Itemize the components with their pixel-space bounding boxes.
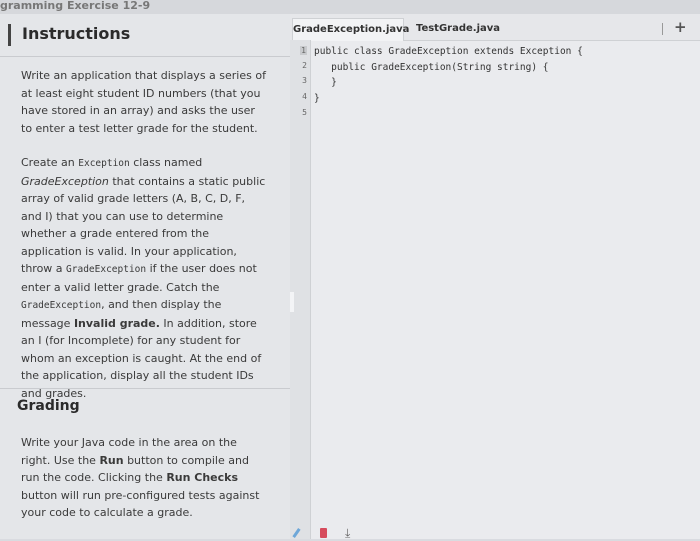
- trash-icon[interactable]: [320, 528, 327, 538]
- bold-text: Invalid grade.: [73, 316, 160, 330]
- code-line[interactable]: }: [314, 93, 320, 104]
- inline-code: Exception: [78, 158, 130, 169]
- window-title: gramming Exercise 12-9: [0, 0, 700, 14]
- tab-testgrade-java[interactable]: TestGrade.java: [408, 18, 508, 40]
- inline-code: GradeException: [66, 264, 147, 275]
- instructions-title: Instructions: [22, 24, 131, 43]
- code-line[interactable]: public GradeException(String string) {: [314, 62, 548, 73]
- tab-gradeexception-java[interactable]: GradeException.java: [292, 18, 409, 41]
- code-editor-panel: GradeException.java TestGrade.java + 1 2…: [290, 14, 700, 540]
- p2-text: that contains a static public array of v…: [21, 174, 266, 276]
- instructions-panel: Instructions Write an application that d…: [0, 14, 290, 539]
- emphasis-text: GradeException: [21, 174, 109, 188]
- line-number: 5: [302, 108, 307, 117]
- add-tab-button[interactable]: +: [674, 18, 687, 36]
- line-number: 3: [302, 76, 307, 85]
- inline-code: GradeException: [21, 300, 102, 311]
- tab-separator: [662, 23, 663, 35]
- line-number: 2: [302, 61, 307, 70]
- grading-title: Grading: [17, 398, 80, 414]
- editor-tabs: GradeException.java TestGrade.java +: [290, 14, 700, 41]
- line-number: 1: [300, 46, 307, 55]
- instructions-paragraph-2: Create an Exception class named GradeExc…: [21, 154, 269, 402]
- resize-handle[interactable]: [290, 292, 294, 312]
- line-number: 4: [302, 92, 307, 101]
- grading-text: button will run pre-configured tests aga…: [21, 488, 260, 520]
- code-line[interactable]: }: [314, 77, 337, 88]
- code-line[interactable]: public class GradeException extends Exce…: [314, 46, 583, 57]
- divider: [0, 388, 290, 389]
- p2-text: class named: [129, 156, 203, 169]
- collapse-bar-icon[interactable]: [8, 24, 11, 46]
- instructions-paragraph-1: Write an application that displays a ser…: [21, 69, 266, 135]
- grading-paragraph: Write your Java code in the area on the …: [21, 434, 269, 522]
- bold-text: Run: [99, 453, 124, 467]
- instructions-header: Instructions: [0, 14, 290, 57]
- bold-text: Run Checks: [166, 471, 239, 484]
- line-number-gutter: 1 2 3 4 5: [290, 40, 311, 539]
- p2-text: Create an: [21, 156, 79, 169]
